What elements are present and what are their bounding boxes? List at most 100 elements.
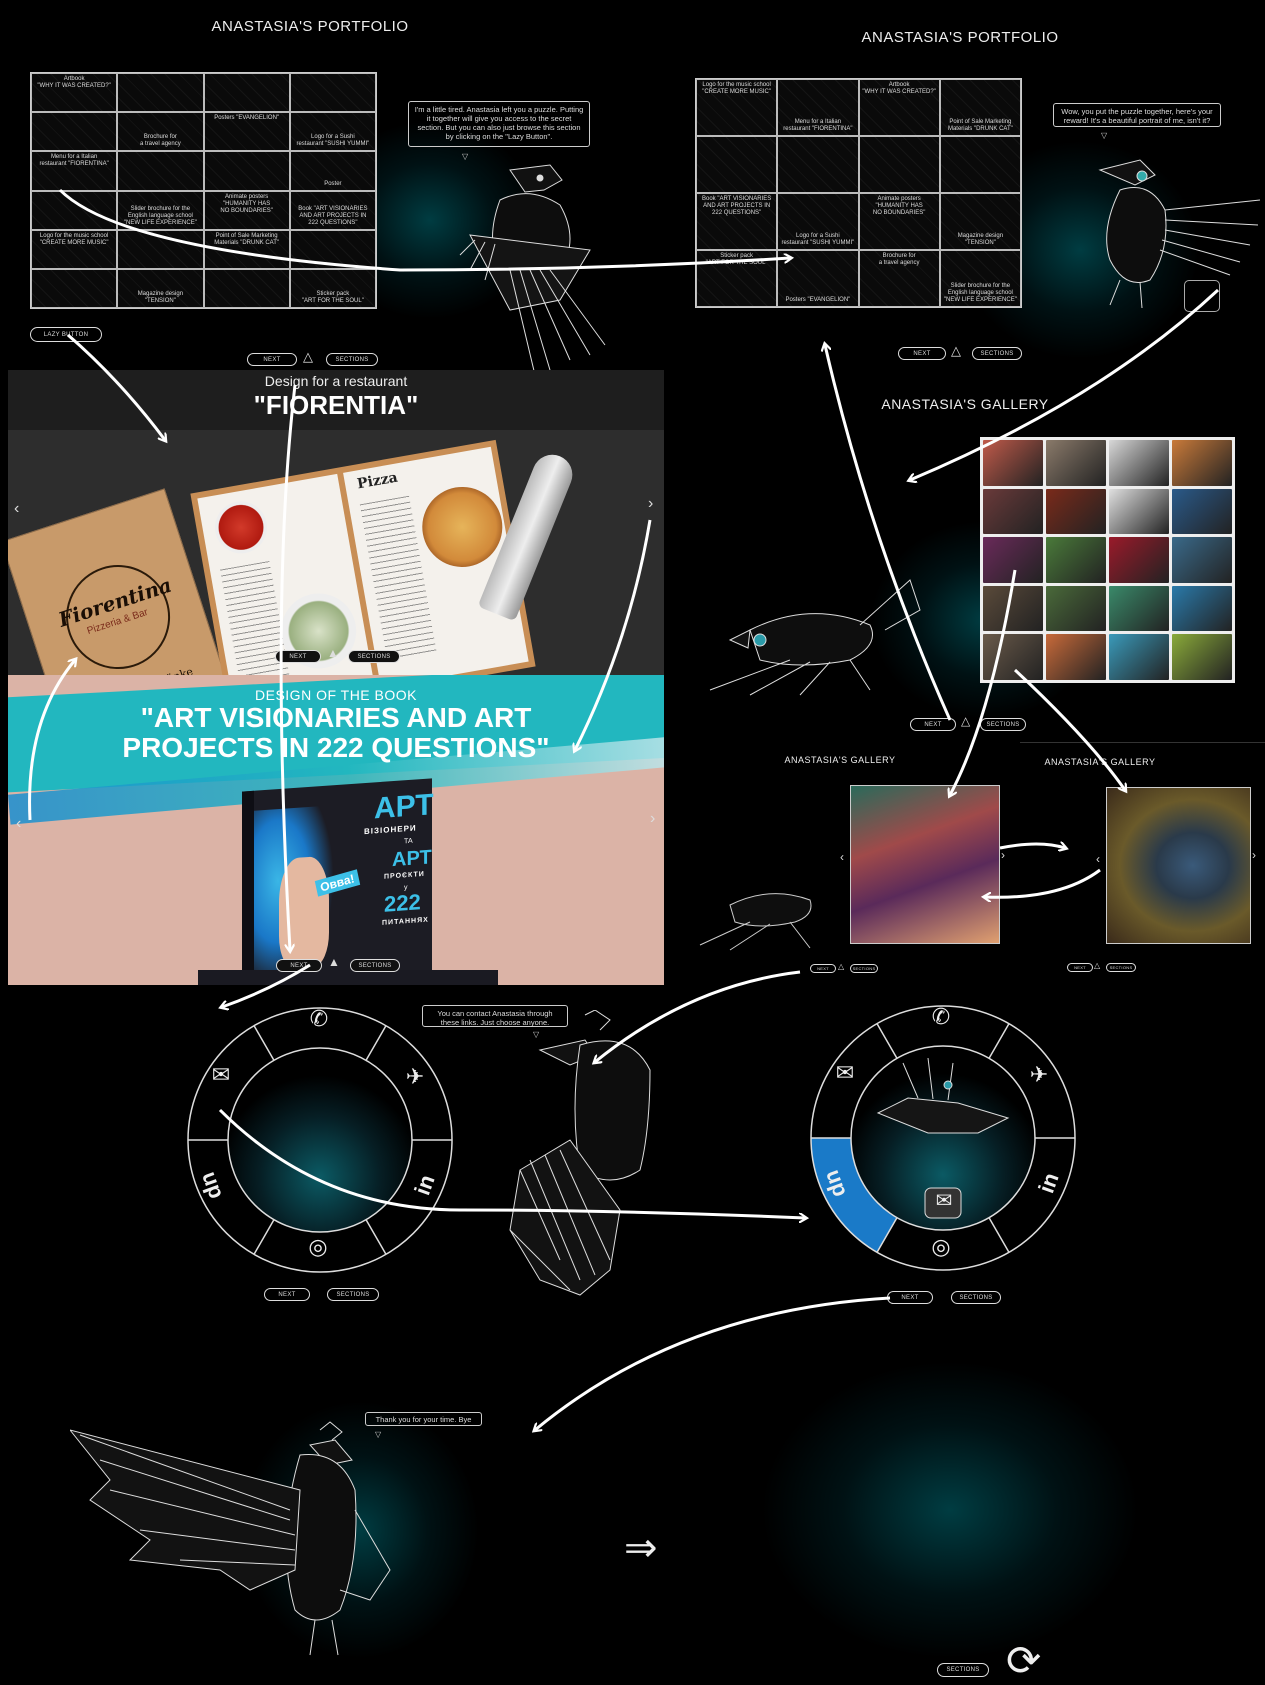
puzzle-piece[interactable]: Artbook "WHY IT WAS CREATED?" [858,79,940,136]
puzzle-piece[interactable]: Book "ART VISIONARIES AND ART PROJECTS I… [289,190,376,230]
prev-arrow-icon[interactable]: ‹ [14,500,19,518]
next-arrow-icon[interactable]: › [650,810,655,828]
puzzle-piece[interactable]: Logo for the music school "CREATE MORE M… [696,79,778,136]
triangle-icon[interactable]: ▲ [327,646,339,660]
gallery-thumbnail[interactable] [1109,440,1169,486]
puzzle-piece[interactable] [289,73,376,113]
sections-button[interactable]: SECTIONS [350,959,400,972]
reward-frame[interactable] [1184,280,1220,312]
puzzle-piece[interactable]: Brochure for a travel agency [858,250,940,307]
puzzle-piece[interactable]: Magazine design "TENSION" [939,193,1021,250]
puzzle-grid[interactable]: Artbook "WHY IT WAS CREATED?" Brochure fo… [30,72,377,309]
puzzle-piece[interactable]: Logo for a Sushi restaurant "SUSHI YUMMI… [289,112,376,152]
puzzle-piece[interactable]: Posters "EVANGELION" [777,250,859,307]
replay-icon[interactable]: ⟳ [1006,1640,1041,1682]
puzzle-piece[interactable]: Book "ART VISIONARIES AND ART PROJECTS I… [696,193,778,250]
puzzle-piece[interactable]: Logo for a Sushi restaurant "SUSHI YUMMI… [777,193,859,250]
puzzle-piece[interactable]: Slider brochure for the English language… [117,190,204,230]
puzzle-piece[interactable]: Sticker pack "ART FOR THE SOUL" [696,250,778,307]
next-button[interactable]: NEXT [276,959,322,972]
gallery-thumbnail[interactable] [983,585,1043,632]
gallery-thumbnail[interactable] [1046,634,1106,680]
gallery-thumbnail[interactable] [1109,488,1169,535]
phone-icon[interactable]: ✆ [304,1006,334,1032]
instagram-icon[interactable]: ◎ [303,1234,333,1260]
puzzle-piece[interactable] [117,151,204,191]
triangle-icon[interactable]: △ [951,343,961,359]
telegram-icon[interactable]: ✈ [1024,1062,1054,1088]
gallery-thumbnail[interactable] [1109,585,1169,632]
gallery-thumbnail[interactable] [1109,537,1169,583]
lazy-button[interactable]: LAZY BUTTON [30,327,102,342]
sections-button[interactable]: SECTIONS [850,964,878,973]
puzzle-piece[interactable]: Slider brochure for the English language… [939,250,1021,307]
gallery-thumbnail-grid[interactable] [980,437,1235,683]
next-button[interactable]: NEXT [264,1288,310,1301]
puzzle-piece[interactable] [203,268,290,308]
sections-button[interactable]: SECTIONS [951,1291,1001,1304]
triangle-icon[interactable]: △ [303,349,313,365]
puzzle-piece[interactable]: Magazine design "TENSION" [117,268,204,308]
puzzle-piece[interactable] [858,136,940,193]
next-arrow-icon[interactable]: › [1252,848,1256,862]
gallery-thumbnail[interactable] [983,440,1043,486]
next-button[interactable]: NEXT [275,650,321,663]
gallery-thumbnail[interactable] [1172,488,1232,535]
puzzle-piece[interactable] [289,229,376,269]
sections-button[interactable]: SECTIONS [937,1663,989,1677]
puzzle-piece[interactable]: Artbook "WHY IT WAS CREATED?" [31,73,118,113]
next-button[interactable]: NEXT [898,347,946,360]
triangle-icon[interactable]: △ [838,962,844,971]
triangle-icon[interactable]: △ [961,714,970,728]
puzzle-piece[interactable]: Point of Sale Marketing Materials "DRUNK… [203,229,290,269]
gallery-thumbnail[interactable] [1046,537,1106,583]
prev-arrow-icon[interactable]: ‹ [1096,852,1100,866]
puzzle-piece[interactable]: Menu for a Italian restaurant "FIORENTIN… [777,79,859,136]
gallery-thumbnail[interactable] [1109,634,1169,680]
sections-button[interactable]: SECTIONS [980,718,1026,731]
next-button[interactable]: NEXT [1067,963,1093,972]
next-arrow-icon[interactable]: › [1001,848,1005,862]
puzzle-piece[interactable]: Sticker pack "ART FOR THE SOUL" [289,268,376,308]
puzzle-piece[interactable] [203,151,290,191]
artwork-woman-in-kimono[interactable] [850,785,1000,944]
gallery-thumbnail[interactable] [1172,585,1232,632]
puzzle-piece[interactable] [31,190,118,230]
telegram-icon[interactable]: ✈ [400,1064,430,1090]
triangle-icon[interactable]: △ [1094,961,1100,970]
puzzle-piece[interactable]: Posters "EVANGELION" [203,112,290,152]
sections-button[interactable]: SECTIONS [348,650,400,663]
next-button[interactable]: NEXT [247,353,297,366]
puzzle-piece[interactable]: Logo for the music school "CREATE MORE M… [31,229,118,269]
puzzle-piece[interactable] [696,136,778,193]
triangle-icon[interactable]: ▲ [328,955,340,969]
puzzle-piece[interactable]: Animate posters "HUMANITY HAS NO BOUNDAR… [858,193,940,250]
puzzle-piece[interactable] [31,268,118,308]
instagram-icon[interactable]: ◎ [926,1234,956,1260]
puzzle-piece[interactable] [117,73,204,113]
next-arrow-icon[interactable]: › [648,495,653,513]
puzzle-piece[interactable] [939,136,1021,193]
sections-button[interactable]: SECTIONS [972,347,1022,360]
email-icon[interactable]: ✉ [830,1060,860,1086]
puzzle-piece[interactable] [31,112,118,152]
prev-arrow-icon[interactable]: ‹ [16,815,21,833]
sections-button[interactable]: SECTIONS [1106,963,1136,972]
gallery-thumbnail[interactable] [983,488,1043,535]
gallery-thumbnail[interactable] [1046,585,1106,632]
puzzle-piece[interactable] [203,73,290,113]
puzzle-piece[interactable] [117,229,204,269]
puzzle-piece[interactable]: Brochure for a travel agency [117,112,204,152]
sections-button[interactable]: SECTIONS [326,353,378,366]
gallery-thumbnail[interactable] [1172,537,1232,583]
next-button[interactable]: NEXT [910,718,956,731]
email-icon[interactable]: ✉ [206,1062,236,1088]
gallery-thumbnail[interactable] [983,537,1043,583]
solved-puzzle-grid[interactable]: Logo for the music school "CREATE MORE M… [695,78,1022,308]
gallery-thumbnail[interactable] [1172,634,1232,680]
next-button[interactable]: NEXT [810,964,836,973]
phone-icon[interactable]: ✆ [926,1004,956,1030]
gallery-thumbnail[interactable] [1046,440,1106,486]
email-selected-icon[interactable]: ✉ [929,1188,959,1213]
sections-button[interactable]: SECTIONS [327,1288,379,1301]
